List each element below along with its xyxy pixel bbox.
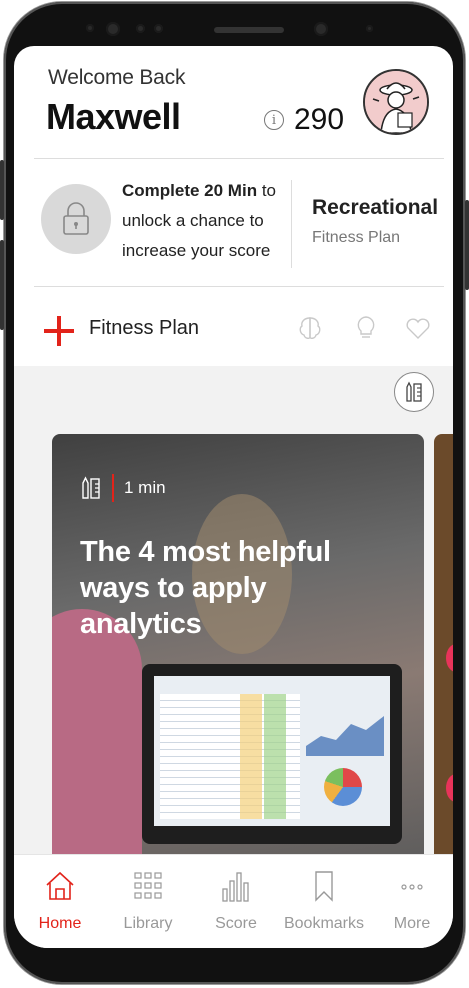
nav-item-library[interactable]: Library [104, 855, 192, 948]
bottom-nav: Home Library Score Bookmarks More [14, 854, 453, 948]
card-meta: 1 min [80, 474, 166, 502]
sensor-icon [366, 25, 373, 32]
meta-separator [112, 474, 114, 502]
lock-icon [63, 202, 89, 235]
unlock-bold: Complete 20 Min [122, 181, 258, 200]
plan-subtitle: Fitness Plan [312, 229, 401, 246]
pie-chart-image [324, 768, 362, 806]
nav-item-bookmarks[interactable]: Bookmarks [280, 855, 368, 948]
brain-icon[interactable] [296, 314, 324, 342]
info-icon[interactable]: i [264, 110, 284, 130]
decorative-shape [446, 644, 453, 672]
home-icon [46, 871, 74, 900]
vertical-divider [291, 180, 292, 268]
status-bar [14, 10, 453, 50]
camera-icon [106, 22, 120, 36]
power-button [465, 200, 469, 290]
spreadsheet-column [240, 694, 262, 819]
content-feed[interactable]: 1 min The 4 most helpful ways to apply a… [14, 366, 453, 874]
unlock-line-2: unlock a chance to [122, 211, 264, 230]
volume-button [0, 160, 4, 220]
more-icon [401, 884, 423, 890]
lightbulb-icon[interactable] [352, 314, 380, 342]
card-title[interactable]: The 4 most helpful ways to apply analyti… [80, 534, 380, 642]
nav-item-score[interactable]: Score [192, 855, 280, 948]
front-camera-icon [314, 22, 328, 36]
sensor-icon [136, 24, 145, 33]
nav-item-more[interactable]: More [368, 855, 453, 948]
plus-icon[interactable] [42, 314, 76, 348]
score-display[interactable]: i 290 [264, 103, 344, 137]
decorative-shape [446, 774, 453, 802]
divider [34, 286, 444, 287]
nav-label-library: Library [123, 915, 173, 932]
speaker-grille [214, 27, 284, 33]
unlock-line-3: increase your score [122, 241, 271, 260]
nav-item-home[interactable]: Home [16, 855, 104, 948]
laptop-screen [154, 676, 390, 826]
spreadsheet-column [264, 694, 286, 819]
device: Welcome Back Maxwell i 290 Complete 20 M… [0, 0, 469, 988]
bookmark-icon [315, 871, 333, 902]
nav-label-more: More [393, 915, 431, 932]
next-article-card[interactable] [434, 434, 453, 874]
bar-chart-icon [222, 872, 249, 902]
person-figure [52, 609, 142, 874]
unlock-rest: to [257, 181, 276, 200]
volume-button [0, 240, 4, 330]
plan-title[interactable]: Recreational [312, 196, 438, 220]
nav-label-score: Score [215, 915, 257, 932]
app-screen: Welcome Back Maxwell i 290 Complete 20 M… [14, 46, 453, 948]
user-name: Maxwell [46, 96, 181, 137]
fitness-plan-label[interactable]: Fitness Plan [89, 317, 199, 340]
laptop-image [142, 664, 402, 844]
ruler-pencil-icon [406, 381, 422, 402]
article-card[interactable]: 1 min The 4 most helpful ways to apply a… [52, 434, 424, 874]
area-chart-image [306, 716, 384, 756]
ruler-pencil-icon [82, 476, 100, 499]
sensor-icon [154, 24, 163, 33]
lock-badge [41, 184, 111, 254]
nav-label-home: Home [38, 915, 82, 932]
nav-label-bookmarks: Bookmarks [283, 915, 365, 932]
heart-icon[interactable] [404, 314, 432, 342]
sensor-icon [86, 24, 94, 32]
card-duration: 1 min [124, 478, 166, 497]
unlock-message: Complete 20 Min to unlock a chance to in… [122, 176, 297, 266]
welcome-text: Welcome Back [48, 66, 186, 89]
divider [34, 158, 444, 159]
score-value: 290 [294, 103, 345, 136]
avatar[interactable] [363, 69, 429, 135]
avatar-illustration-icon [365, 71, 427, 133]
grid-icon [134, 872, 162, 899]
category-badge[interactable] [394, 372, 434, 412]
